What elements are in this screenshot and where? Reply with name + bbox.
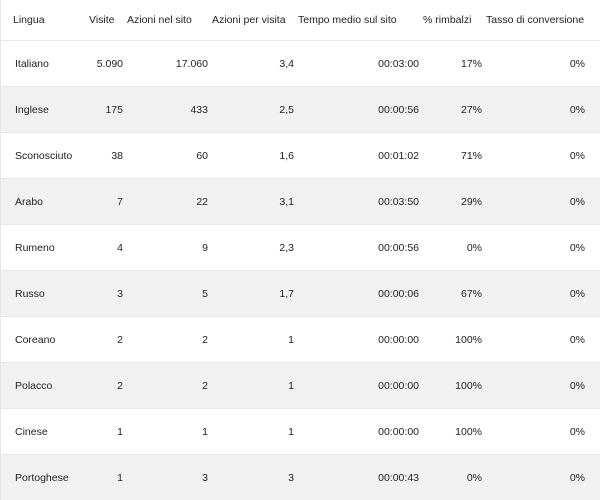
- cell-rimbalzi: 100%: [423, 362, 486, 409]
- cell-tempo-medio: 00:01:02: [298, 132, 423, 179]
- cell-tasso-conversione: 0%: [486, 132, 600, 179]
- cell-visite: 175: [89, 86, 127, 133]
- cell-azioni-per-visita: 1,7: [212, 270, 298, 317]
- cell-tasso-conversione: 0%: [486, 86, 600, 133]
- cell-tempo-medio: 00:00:00: [298, 408, 423, 455]
- cell-azioni-per-visita: 1: [212, 362, 298, 409]
- cell-visite: 2: [89, 362, 127, 409]
- cell-rimbalzi: 29%: [423, 178, 486, 225]
- cell-azioni-nel-sito: 2: [127, 362, 212, 409]
- cell-rimbalzi: 100%: [423, 408, 486, 455]
- cell-azioni-nel-sito: 2: [127, 316, 212, 363]
- column-header-visite[interactable]: Visite: [89, 0, 127, 41]
- cell-tasso-conversione: 0%: [486, 178, 600, 225]
- cell-tempo-medio: 00:00:00: [298, 316, 423, 363]
- cell-tempo-medio: 00:00:56: [298, 224, 423, 271]
- cell-rimbalzi: 0%: [423, 454, 486, 500]
- cell-azioni-nel-sito: 9: [127, 224, 212, 271]
- cell-azioni-per-visita: 3,1: [212, 178, 298, 225]
- cell-azioni-nel-sito: 22: [127, 178, 212, 225]
- cell-rimbalzi: 27%: [423, 86, 486, 133]
- cell-azioni-nel-sito: 1: [127, 408, 212, 455]
- cell-azioni-per-visita: 1: [212, 408, 298, 455]
- table-row[interactable]: Russo 3 5 1,7 00:00:06 67% 0%: [1, 270, 600, 317]
- cell-lingua: Polacco: [1, 362, 89, 409]
- cell-visite: 5.090: [89, 40, 127, 87]
- cell-azioni-per-visita: 1,6: [212, 132, 298, 179]
- header-row: Lingua Visite Azioni nel sito Azioni per…: [1, 0, 600, 41]
- cell-lingua: Italiano: [1, 40, 89, 87]
- table-row[interactable]: Rumeno 4 9 2,3 00:00:56 0% 0%: [1, 224, 600, 271]
- column-header-azioni-per-visita[interactable]: Azioni per visita: [212, 0, 298, 41]
- table-row[interactable]: Italiano 5.090 17.060 3,4 00:03:00 17% 0%: [1, 40, 600, 87]
- table-body: Italiano 5.090 17.060 3,4 00:03:00 17% 0% Ingle…: [1, 40, 600, 500]
- cell-azioni-per-visita: 2,3: [212, 224, 298, 271]
- cell-tempo-medio: 00:00:56: [298, 86, 423, 133]
- cell-azioni-nel-sito: 60: [127, 132, 212, 179]
- cell-visite: 4: [89, 224, 127, 271]
- column-header-tasso-conversione[interactable]: Tasso di conversione: [486, 0, 600, 41]
- table-row[interactable]: Inglese 175 433 2,5 00:00:56 27% 0%: [1, 86, 600, 133]
- cell-tasso-conversione: 0%: [486, 454, 600, 500]
- cell-tempo-medio: 00:00:00: [298, 362, 423, 409]
- cell-azioni-nel-sito: 17.060: [127, 40, 212, 87]
- cell-azioni-nel-sito: 3: [127, 454, 212, 500]
- cell-tasso-conversione: 0%: [486, 40, 600, 87]
- cell-lingua: Portoghese: [1, 454, 89, 500]
- cell-azioni-nel-sito: 433: [127, 86, 212, 133]
- table-header: Lingua Visite Azioni nel sito Azioni per…: [1, 0, 600, 41]
- cell-lingua: Sconosciuto: [1, 132, 89, 179]
- cell-rimbalzi: 100%: [423, 316, 486, 363]
- cell-visite: 3: [89, 270, 127, 317]
- cell-azioni-per-visita: 2,5: [212, 86, 298, 133]
- table-row[interactable]: Arabo 7 22 3,1 00:03:50 29% 0%: [1, 178, 600, 225]
- cell-tasso-conversione: 0%: [486, 362, 600, 409]
- cell-azioni-per-visita: 3: [212, 454, 298, 500]
- cell-tasso-conversione: 0%: [486, 408, 600, 455]
- cell-rimbalzi: 0%: [423, 224, 486, 271]
- cell-azioni-nel-sito: 5: [127, 270, 212, 317]
- column-header-tempo-medio[interactable]: Tempo medio sul sito: [298, 0, 423, 41]
- cell-lingua: Coreano: [1, 316, 89, 363]
- cell-tempo-medio: 00:00:06: [298, 270, 423, 317]
- cell-lingua: Arabo: [1, 178, 89, 225]
- cell-tasso-conversione: 0%: [486, 224, 600, 271]
- cell-lingua: Cinese: [1, 408, 89, 455]
- cell-visite: 2: [89, 316, 127, 363]
- cell-tasso-conversione: 0%: [486, 316, 600, 363]
- cell-lingua: Rumeno: [1, 224, 89, 271]
- column-header-azioni-nel-sito[interactable]: Azioni nel sito: [127, 0, 212, 41]
- column-header-lingua[interactable]: Lingua: [1, 0, 89, 41]
- cell-visite: 7: [89, 178, 127, 225]
- cell-tasso-conversione: 0%: [486, 270, 600, 317]
- cell-tempo-medio: 00:03:00: [298, 40, 423, 87]
- table-row[interactable]: Coreano 2 2 1 00:00:00 100% 0%: [1, 316, 600, 363]
- cell-rimbalzi: 17%: [423, 40, 486, 87]
- table-row[interactable]: Polacco 2 2 1 00:00:00 100% 0%: [1, 362, 600, 409]
- cell-tempo-medio: 00:00:43: [298, 454, 423, 500]
- cell-lingua: Inglese: [1, 86, 89, 133]
- cell-rimbalzi: 67%: [423, 270, 486, 317]
- cell-lingua: Russo: [1, 270, 89, 317]
- cell-tempo-medio: 00:03:50: [298, 178, 423, 225]
- table-row[interactable]: Cinese 1 1 1 00:00:00 100% 0%: [1, 408, 600, 455]
- language-stats-table: Lingua Visite Azioni nel sito Azioni per…: [1, 0, 600, 500]
- table-row[interactable]: Sconosciuto 38 60 1,6 00:01:02 71% 0%: [1, 132, 600, 179]
- cell-azioni-per-visita: 3,4: [212, 40, 298, 87]
- column-header-rimbalzi[interactable]: % rimbalzi: [423, 0, 486, 41]
- cell-rimbalzi: 71%: [423, 132, 486, 179]
- cell-visite: 1: [89, 408, 127, 455]
- language-stats-table-container: Lingua Visite Azioni nel sito Azioni per…: [0, 0, 600, 500]
- cell-azioni-per-visita: 1: [212, 316, 298, 363]
- cell-visite: 38: [89, 132, 127, 179]
- table-row[interactable]: Portoghese 1 3 3 00:00:43 0% 0%: [1, 454, 600, 500]
- cell-visite: 1: [89, 454, 127, 500]
